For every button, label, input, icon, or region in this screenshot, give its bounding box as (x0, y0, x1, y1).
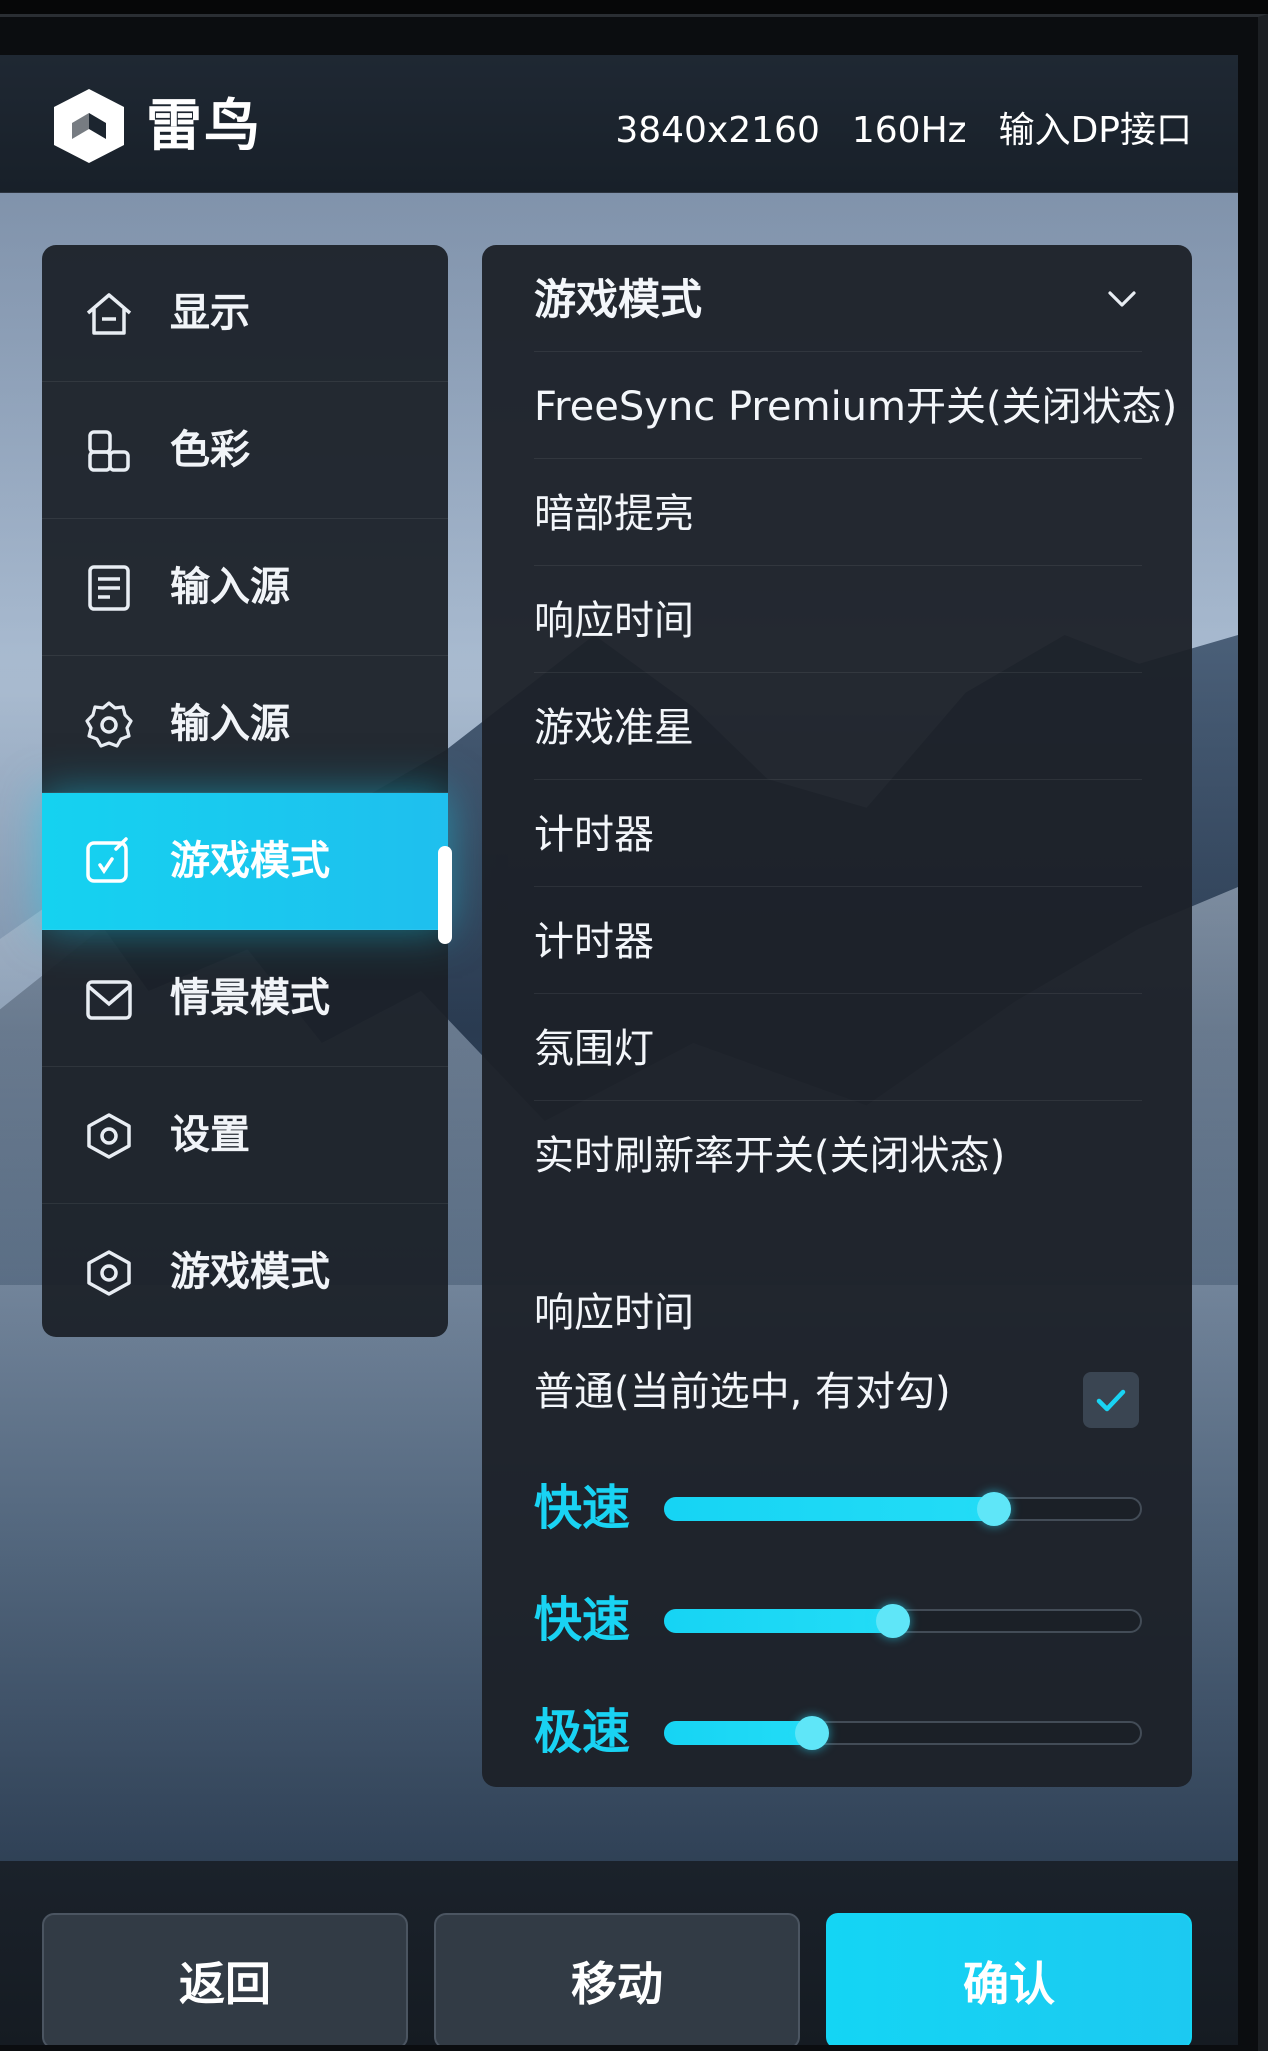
panel-title: 游戏模式 (534, 275, 703, 324)
option-label: 响应时间 (534, 598, 694, 644)
option-label: 暗部提亮 (534, 491, 694, 537)
slider-fill (664, 1721, 813, 1745)
sidebar-item-label: 设置 (170, 1112, 250, 1158)
color-blocks-icon (88, 430, 130, 472)
home-icon (86, 293, 132, 335)
option-timer[interactable]: 计时器 (534, 780, 1142, 887)
speed-slider-fast-2[interactable]: 快速 (534, 1589, 1142, 1649)
option-label: 计时器 (534, 812, 654, 858)
sidebar-item-settings[interactable]: 设置 (42, 1067, 448, 1204)
envelope-icon (86, 980, 132, 1020)
option-ambient-light[interactable]: 氛围灯 (534, 994, 1142, 1101)
gear-icon (85, 701, 133, 748)
speed-slider-fast[interactable]: 快速 (534, 1477, 1142, 1537)
selected-checkbox[interactable] (1083, 1372, 1139, 1428)
slider-fill (664, 1497, 994, 1521)
back-button[interactable]: 返回 (42, 1913, 408, 2045)
response-time-title: 响应时间 (534, 1290, 694, 1336)
option-live-refresh[interactable]: 实时刷新率开关(关闭状态) (534, 1101, 1142, 1208)
document-icon (88, 565, 130, 611)
sidebar-item-label: 输入源 (170, 564, 290, 610)
speed-label: 极速 (534, 1704, 631, 1760)
resolution-text: 3840x2160 (615, 110, 820, 151)
move-button[interactable]: 移动 (434, 1913, 800, 2045)
active-indicator (438, 846, 452, 944)
sidebar-item-label: 显示 (170, 290, 250, 336)
option-timer-2[interactable]: 计时器 (534, 887, 1142, 994)
input-source-text: 输入DP接口 (998, 110, 1192, 151)
sidebar-item-label: 输入源 (170, 701, 290, 747)
sidebar-item-game-mode-2[interactable]: 游戏模式 (42, 1204, 448, 1341)
sidebar-item-input-source[interactable]: 输入源 (42, 519, 448, 656)
sidebar-item-game-mode[interactable]: 游戏模式 (42, 793, 448, 930)
slider-knob[interactable] (976, 1492, 1011, 1526)
bottom-bar: 返回 移动 确认 (0, 1861, 1238, 2045)
signal-info: 3840x2160 160Hz 输入DP接口 (615, 111, 1192, 151)
sidebar-item-color[interactable]: 色彩 (42, 382, 448, 519)
sidebar-item-scene-mode[interactable]: 情景模式 (42, 930, 448, 1067)
osd-screen: 雷鸟 3840x2160 160Hz 输入DP接口 显示 色彩 输入源 输入源 … (0, 55, 1238, 2045)
sidebar-item-label: 情景模式 (170, 975, 330, 1021)
sidebar-item-label: 游戏模式 (170, 838, 330, 884)
device-frame: 雷鸟 3840x2160 160Hz 输入DP接口 显示 色彩 输入源 输入源 … (0, 14, 1268, 2051)
refresh-rate-text: 160Hz (851, 110, 967, 151)
panel-header-game-mode[interactable]: 游戏模式 (534, 245, 1142, 352)
sidebar-item-display[interactable]: 显示 (42, 245, 448, 382)
option-response-time[interactable]: 响应时间 (534, 566, 1142, 673)
sidebar-menu: 显示 色彩 输入源 输入源 游戏模式 情景模式 设置 游戏模式 (42, 245, 452, 1337)
checkmark-icon (1096, 1389, 1126, 1412)
option-label: 计时器 (534, 919, 654, 965)
settings-hexagon-icon (87, 1250, 131, 1296)
sidebar-item-label: 色彩 (170, 427, 250, 473)
game-edit-icon (86, 837, 128, 883)
option-label: 氛围灯 (534, 1026, 654, 1072)
speed-slider-extreme[interactable]: 极速 (534, 1701, 1142, 1761)
option-freesync[interactable]: FreeSync Premium开关(关闭状态) (534, 352, 1177, 459)
settings-panel: 游戏模式 FreeSync Premium开关(关闭状态) 暗部提亮 响应时间 … (482, 245, 1192, 1787)
slider-fill (664, 1609, 894, 1633)
option-label: FreeSync Premium开关(关闭状态) (534, 384, 1178, 430)
speed-label: 快速 (534, 1480, 631, 1536)
option-label: 游戏准星 (534, 705, 694, 751)
option-dark-boost[interactable]: 暗部提亮 (534, 459, 1142, 566)
sidebar-item-input-source-2[interactable]: 输入源 (42, 656, 448, 793)
sidebar-item-label: 游戏模式 (170, 1249, 330, 1295)
slider-knob[interactable] (795, 1716, 830, 1750)
settings-hexagon-icon (87, 1113, 131, 1159)
speed-label: 快速 (534, 1592, 631, 1648)
confirm-button[interactable]: 确认 (826, 1913, 1192, 2045)
brand-logo-icon (54, 89, 124, 163)
option-label: 实时刷新率开关(关闭状态) (534, 1133, 1006, 1179)
brand-name: 雷鸟 (146, 94, 262, 159)
option-normal-label[interactable]: 普通(当前选中, 有对勾) (534, 1369, 951, 1415)
chevron-down-icon[interactable] (1102, 279, 1142, 319)
option-crosshair[interactable]: 游戏准星 (534, 673, 1142, 780)
top-bar: 雷鸟 3840x2160 160Hz 输入DP接口 (0, 55, 1238, 193)
